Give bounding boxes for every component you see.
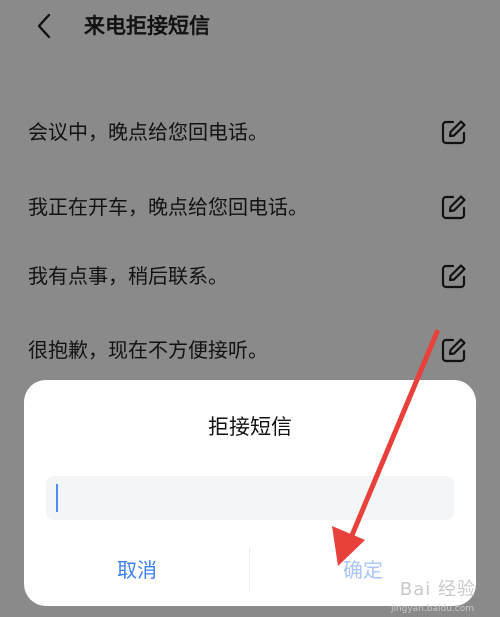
message-text: 我正在开车，晚点给您回电话。 <box>28 195 308 219</box>
chevron-left-icon[interactable] <box>32 10 56 42</box>
edit-icon[interactable] <box>440 262 468 290</box>
app-header: 来电拒接短信 <box>0 0 500 56</box>
message-item[interactable]: 会议中，晚点给您回电话。 <box>0 112 500 152</box>
message-text: 很抱歉，现在不方便接听。 <box>28 338 268 362</box>
message-text: 我有点事，稍后联系。 <box>28 264 228 288</box>
sms-input[interactable] <box>46 476 454 520</box>
message-text: 会议中，晚点给您回电话。 <box>28 120 268 144</box>
reject-sms-dialog: 拒接短信 取消 确定 <box>24 380 476 606</box>
message-item[interactable]: 很抱歉，现在不方便接听。 <box>0 330 500 370</box>
watermark-logo: Bai 经验 <box>399 579 476 600</box>
edit-icon[interactable] <box>440 336 468 364</box>
text-caret <box>56 484 58 512</box>
message-item[interactable]: 我正在开车，晚点给您回电话。 <box>0 187 500 227</box>
page-title: 来电拒接短信 <box>84 14 210 38</box>
cancel-button[interactable]: 取消 <box>24 546 250 594</box>
watermark-url: jingyan.baidu.com <box>390 604 474 614</box>
message-item[interactable]: 我有点事，稍后联系。 <box>0 256 500 296</box>
dialog-title: 拒接短信 <box>208 415 292 439</box>
edit-icon[interactable] <box>440 193 468 221</box>
edit-icon[interactable] <box>440 118 468 146</box>
